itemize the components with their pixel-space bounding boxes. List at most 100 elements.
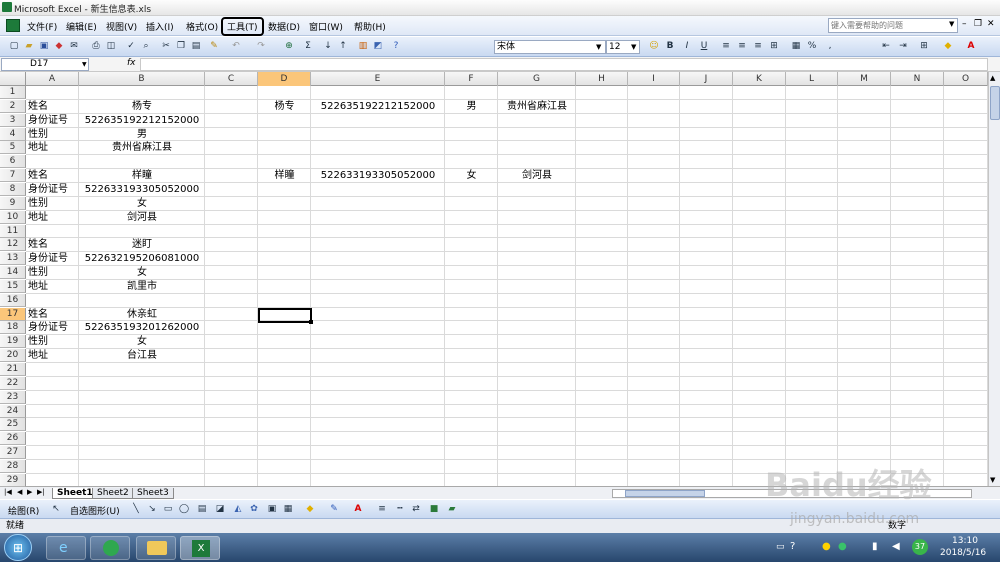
cut-icon[interactable]: ✂ — [160, 40, 172, 52]
fill-color-icon[interactable]: ◆ — [304, 503, 316, 515]
decrease-indent-icon[interactable]: ⇤ — [880, 40, 892, 52]
cell-B14[interactable]: 女 — [79, 266, 205, 279]
column-header[interactable]: H — [576, 72, 628, 86]
next-sheet-icon[interactable]: ▶ — [27, 488, 32, 496]
menu-data[interactable]: 数据(D) — [266, 19, 302, 34]
fill-handle[interactable] — [309, 320, 313, 324]
row-header[interactable]: 8 — [0, 182, 26, 196]
cell-B10[interactable]: 剑河县 — [79, 211, 205, 224]
column-header[interactable]: G — [498, 72, 576, 86]
clock-time[interactable]: 13:10 — [952, 536, 978, 546]
row-header[interactable]: 7 — [0, 169, 26, 183]
fill-color-icon[interactable]: ◆ — [942, 40, 954, 52]
row-header[interactable]: 25 — [0, 418, 26, 432]
menu-view[interactable]: 视图(V) — [104, 19, 139, 34]
volume-icon[interactable]: ◀ — [892, 541, 900, 552]
percent-icon[interactable]: % — [806, 40, 818, 52]
row-header[interactable]: 2 — [0, 99, 26, 113]
column-header[interactable]: J — [680, 72, 733, 86]
smiley-icon[interactable]: ☺ — [648, 40, 660, 52]
save-icon[interactable]: ▣ — [38, 40, 50, 52]
network-icon[interactable]: ▮ — [872, 541, 878, 552]
column-header[interactable]: B — [79, 72, 205, 86]
copy-icon[interactable]: ❐ — [175, 40, 187, 52]
chevron-down-icon[interactable]: ▼ — [631, 43, 636, 51]
scroll-thumb[interactable] — [990, 86, 1000, 120]
print-preview-icon[interactable]: ◫ — [105, 40, 117, 52]
research-icon[interactable]: ⌕ — [140, 40, 152, 52]
column-header[interactable]: O — [944, 72, 988, 86]
cell-B7[interactable]: 样瞳 — [79, 169, 205, 182]
chevron-down-icon[interactable]: ▼ — [949, 20, 954, 28]
tray-help-icon[interactable]: ? — [790, 541, 795, 552]
cell-A4[interactable]: 性别 — [26, 128, 79, 141]
redo-icon[interactable]: ↷ — [255, 40, 267, 52]
arrow-style-icon[interactable]: ⇄ — [410, 503, 422, 515]
row-header[interactable]: 18 — [0, 321, 26, 335]
cell-A12[interactable]: 姓名 — [26, 238, 79, 251]
row-header[interactable]: 4 — [0, 127, 26, 141]
cell-A9[interactable]: 性别 — [26, 197, 79, 210]
row-header[interactable]: 24 — [0, 404, 26, 418]
select-all-corner[interactable] — [0, 72, 26, 86]
column-header[interactable]: F — [445, 72, 498, 86]
menu-insert[interactable]: 插入(I) — [144, 19, 176, 34]
bold-icon[interactable]: B — [664, 40, 676, 52]
email-icon[interactable]: ✉ — [68, 40, 80, 52]
shadow-icon[interactable]: ■ — [428, 503, 440, 515]
align-left-icon[interactable]: ≡ — [720, 40, 732, 52]
column-header[interactable]: I — [628, 72, 680, 86]
3d-icon[interactable]: ▰ — [446, 503, 458, 515]
dash-style-icon[interactable]: ┅ — [394, 503, 406, 515]
align-center-icon[interactable]: ≡ — [736, 40, 748, 52]
cell-B13[interactable]: 522632195206081000 — [79, 252, 205, 265]
vertical-scrollbar[interactable]: ▲ ▼ — [988, 72, 1000, 488]
close-icon[interactable]: ✕ — [987, 19, 995, 29]
menu-tools[interactable]: 工具(T) — [221, 17, 264, 36]
cell-A19[interactable]: 性别 — [26, 335, 79, 348]
tab-sheet2[interactable]: Sheet2 — [92, 488, 134, 499]
cell-A17[interactable]: 姓名 — [26, 308, 79, 321]
column-header[interactable]: D — [258, 72, 311, 86]
cell-E7[interactable]: 522633193305052000 — [311, 169, 445, 182]
cell-B20[interactable]: 台江县 — [79, 349, 205, 362]
row-header[interactable]: 19 — [0, 335, 26, 349]
cell-B2[interactable]: 杨专 — [79, 100, 205, 113]
hyperlink-icon[interactable]: ⊕ — [283, 40, 295, 52]
menu-edit[interactable]: 编辑(E) — [64, 19, 99, 34]
cell-B17[interactable]: 休亲虹 — [79, 308, 205, 321]
spelling-icon[interactable]: ✓ — [125, 40, 137, 52]
cell-B19[interactable]: 女 — [79, 335, 205, 348]
chart-wizard-icon[interactable]: ▥ — [357, 40, 369, 52]
menu-window[interactable]: 窗口(W) — [307, 19, 345, 34]
wordart-icon[interactable]: ◪ — [214, 503, 226, 515]
scroll-down-icon[interactable]: ▼ — [990, 476, 995, 484]
row-header[interactable]: 12 — [0, 238, 26, 252]
row-header[interactable]: 20 — [0, 349, 26, 363]
row-header[interactable]: 29 — [0, 473, 26, 487]
font-color-icon[interactable]: A — [965, 40, 977, 52]
font-color-icon[interactable]: A — [352, 503, 364, 515]
document-icon[interactable] — [6, 19, 20, 32]
sort-descending-icon[interactable]: ↑ — [337, 40, 349, 52]
row-header[interactable]: 3 — [0, 113, 26, 127]
column-header[interactable]: C — [205, 72, 258, 86]
cell-A15[interactable]: 地址 — [26, 280, 79, 293]
name-box[interactable]: D17 — [1, 58, 89, 71]
undo-icon[interactable]: ↶ — [230, 40, 242, 52]
first-sheet-icon[interactable]: |◀ — [4, 488, 12, 496]
line-style-icon[interactable]: ≡ — [376, 503, 388, 515]
autosum-icon[interactable]: Σ — [302, 40, 314, 52]
row-header[interactable]: 21 — [0, 363, 26, 376]
sort-ascending-icon[interactable]: ↓ — [322, 40, 334, 52]
tab-sheet1[interactable]: Sheet1 — [52, 488, 98, 499]
cell-A10[interactable]: 地址 — [26, 211, 79, 224]
row-header[interactable]: 5 — [0, 141, 26, 155]
formula-input[interactable] — [140, 58, 988, 71]
cell-D7[interactable]: 样瞳 — [258, 169, 311, 182]
italic-icon[interactable]: I — [681, 40, 693, 52]
cell-A18[interactable]: 身份证号 — [26, 321, 79, 334]
drawing-icon[interactable]: ◩ — [372, 40, 384, 52]
column-header[interactable]: N — [891, 72, 944, 86]
row-header[interactable]: 11 — [0, 224, 26, 238]
